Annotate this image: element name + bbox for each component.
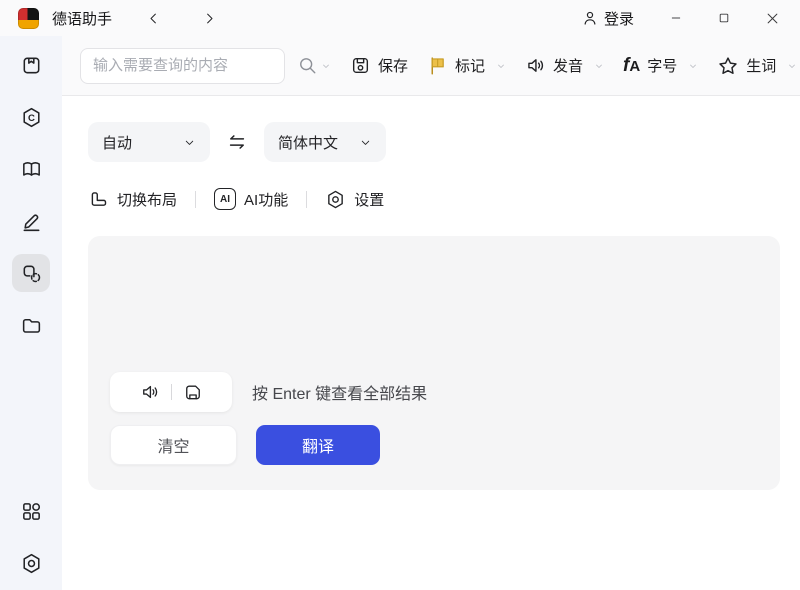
language-row: 自动 简体中文 xyxy=(88,122,800,162)
input-panel[interactable]: 按 Enter 键查看全部结果 清空 翻译 xyxy=(88,236,780,490)
sidebar-item-translate[interactable] xyxy=(12,254,50,292)
mark-label: 标记 xyxy=(455,55,485,76)
minimize-icon xyxy=(669,11,683,25)
login-label: 登录 xyxy=(604,8,634,29)
divider xyxy=(306,191,307,208)
ai-features-label: AI功能 xyxy=(244,189,288,210)
sidebar-item-reading[interactable] xyxy=(12,150,50,188)
target-language-select[interactable]: 简体中文 xyxy=(264,122,386,162)
search-button[interactable] xyxy=(297,55,331,76)
target-language-value: 简体中文 xyxy=(278,132,338,153)
feature-row: 切换布局 AI AI功能 设置 xyxy=(88,184,800,214)
enter-hint: 按 Enter 键查看全部结果 xyxy=(252,380,427,404)
pencil-edit-icon xyxy=(20,210,43,233)
minimize-button[interactable] xyxy=(652,1,700,35)
folder-icon xyxy=(20,314,43,337)
close-button[interactable] xyxy=(748,1,796,35)
switch-layout-button[interactable]: 切换布局 xyxy=(88,189,177,210)
source-language-value: 自动 xyxy=(102,132,132,153)
translate-label: 翻译 xyxy=(302,433,334,457)
ai-box-icon: AI xyxy=(214,188,236,210)
settings-label: 设置 xyxy=(354,189,384,210)
search-box[interactable] xyxy=(80,48,285,84)
maximize-button[interactable] xyxy=(700,1,748,35)
translator-panel: 自动 简体中文 切换布局 xyxy=(62,96,800,590)
source-language-select[interactable]: 自动 xyxy=(88,122,210,162)
login-button[interactable]: 登录 xyxy=(581,8,634,29)
clear-button[interactable]: 清空 xyxy=(110,425,237,465)
sidebar-item-writing[interactable] xyxy=(12,202,50,240)
star-icon xyxy=(717,55,739,77)
panel-actions-row: 清空 翻译 xyxy=(110,425,380,465)
chevron-down-icon xyxy=(594,61,604,71)
chevron-down-icon xyxy=(183,136,196,149)
chevron-down-icon xyxy=(321,61,331,71)
divider xyxy=(195,191,196,208)
speaker-icon xyxy=(525,55,546,76)
font-size-label: 字号 xyxy=(647,55,677,76)
floppy-save-icon xyxy=(350,55,371,76)
main-area: 保存 标记 发音 fA xyxy=(62,36,800,590)
forward-icon xyxy=(202,11,217,26)
app-title: 德语助手 xyxy=(52,8,112,29)
gear-icon xyxy=(325,189,346,210)
speaker-icon[interactable] xyxy=(140,382,160,402)
sidebar-item-dictionary[interactable] xyxy=(12,46,50,84)
sidebar-item-files[interactable] xyxy=(12,306,50,344)
back-icon xyxy=(146,11,161,26)
titlebar: 德语助手 登录 xyxy=(0,0,800,36)
close-icon xyxy=(765,11,780,26)
divider xyxy=(171,384,172,400)
switch-layout-label: 切换布局 xyxy=(117,189,177,210)
chevron-down-icon xyxy=(787,61,797,71)
font-size-icon: fA xyxy=(623,56,640,75)
clear-label: 清空 xyxy=(157,433,189,457)
screen-translate-icon xyxy=(20,262,43,285)
panel-tools-pill xyxy=(110,372,232,412)
new-words-label: 生词 xyxy=(746,55,776,76)
open-book-icon xyxy=(20,158,43,181)
settings-button[interactable]: 设置 xyxy=(325,189,384,210)
forward-button[interactable] xyxy=(194,4,224,32)
chevron-down-icon xyxy=(496,61,506,71)
toolbar: 保存 标记 发音 fA xyxy=(62,36,800,96)
settings-gear-icon xyxy=(20,552,43,575)
sidebar: C xyxy=(0,36,62,590)
pronounce-button[interactable]: 发音 xyxy=(525,55,604,76)
maximize-icon xyxy=(717,11,731,25)
panel-tools-row: 按 Enter 键查看全部结果 xyxy=(110,372,427,412)
chevron-down-icon xyxy=(688,61,698,71)
chevron-down-icon xyxy=(359,136,372,149)
apps-grid-icon xyxy=(20,500,43,523)
save-button[interactable]: 保存 xyxy=(350,55,408,76)
font-size-button[interactable]: fA 字号 xyxy=(623,55,698,76)
bookmark-book-icon xyxy=(20,54,43,77)
person-icon xyxy=(581,9,599,27)
new-words-button[interactable]: 生词 xyxy=(717,55,797,77)
search-input[interactable] xyxy=(81,57,285,74)
app-logo-icon xyxy=(18,8,39,29)
pronounce-label: 发音 xyxy=(553,55,583,76)
magnifier-icon xyxy=(297,55,318,76)
sidebar-item-apps[interactable] xyxy=(12,492,50,530)
hexagon-c-icon: C xyxy=(20,106,43,129)
svg-text:C: C xyxy=(28,112,35,123)
ai-features-button[interactable]: AI AI功能 xyxy=(214,188,288,210)
layout-icon xyxy=(88,189,109,210)
sidebar-item-settings[interactable] xyxy=(12,544,50,582)
swap-arrows-icon[interactable] xyxy=(226,131,248,153)
flag-icon xyxy=(427,55,448,76)
translate-button[interactable]: 翻译 xyxy=(256,425,380,465)
sidebar-item-courses[interactable]: C xyxy=(12,98,50,136)
save-card-icon[interactable] xyxy=(183,382,203,402)
save-label: 保存 xyxy=(378,55,408,76)
back-button[interactable] xyxy=(138,4,168,32)
mark-button[interactable]: 标记 xyxy=(427,55,506,76)
